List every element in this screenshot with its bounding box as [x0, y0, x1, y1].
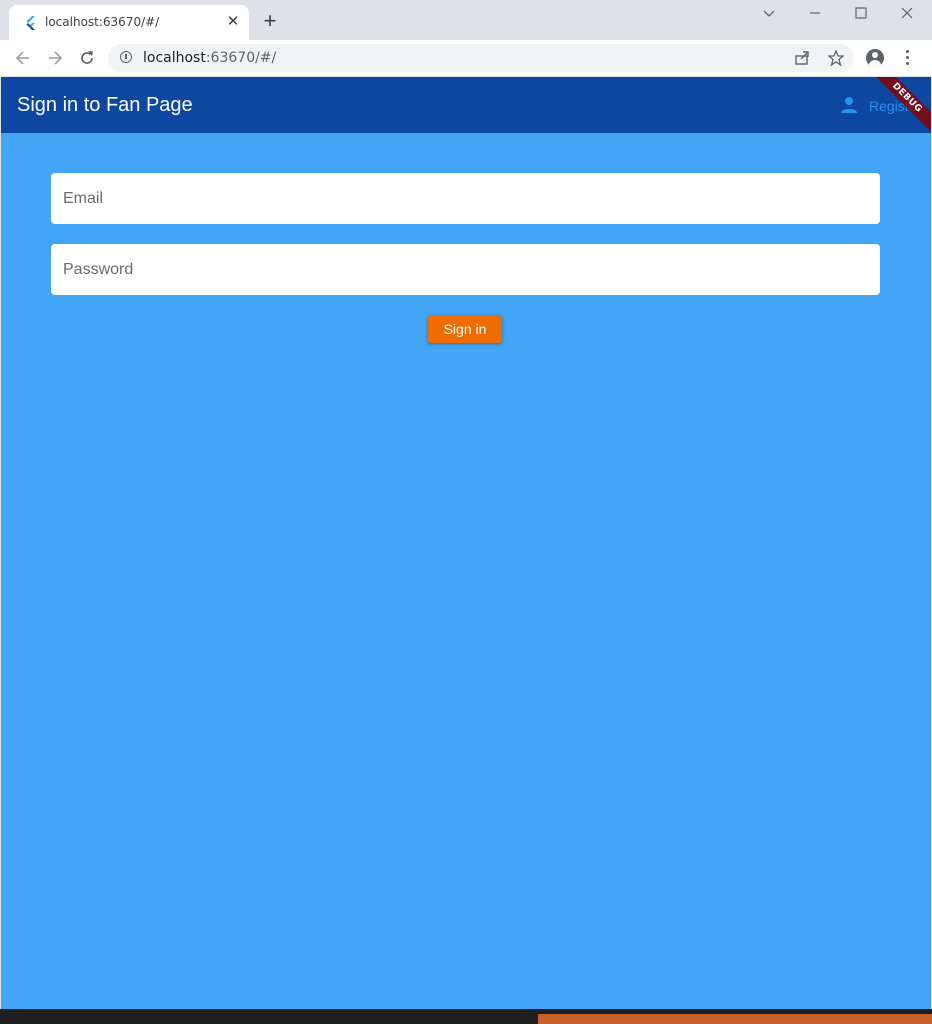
app-viewport: Sign in to Fan Page Register DEBUG Sign … [1, 77, 931, 1009]
reload-icon[interactable] [75, 46, 99, 70]
url-path: :63670/#/ [205, 50, 277, 66]
sign-in-button[interactable]: Sign in [428, 315, 502, 343]
password-field[interactable] [51, 244, 880, 295]
profile-icon[interactable] [866, 49, 884, 67]
close-icon[interactable]: ✕ [225, 14, 241, 30]
taskbar-status-strip [538, 1014, 932, 1024]
tab-strip: localhost:63670/#/ ✕ + [0, 0, 932, 40]
share-icon[interactable] [792, 48, 812, 68]
plus-icon[interactable]: + [259, 10, 281, 32]
info-icon[interactable] [120, 51, 132, 63]
back-arrow-icon[interactable] [11, 46, 35, 70]
app-bar: Sign in to Fan Page Register DEBUG [1, 77, 931, 139]
browser-window: localhost:63670/#/ ✕ + localhost:63670/#… [0, 0, 932, 1009]
person-icon [841, 97, 857, 113]
browser-tab[interactable]: localhost:63670/#/ ✕ [9, 5, 249, 40]
url-host: localhost [143, 50, 206, 66]
maximize-icon[interactable] [846, 2, 876, 24]
star-icon[interactable] [826, 48, 846, 68]
forward-arrow-icon[interactable] [43, 46, 67, 70]
address-bar[interactable]: localhost:63670/#/ [108, 44, 854, 72]
flutter-favicon [26, 16, 35, 30]
browser-toolbar: localhost:63670/#/ [0, 40, 932, 76]
minimize-icon[interactable] [800, 2, 830, 24]
email-field[interactable] [51, 173, 880, 224]
tab-title: localhost:63670/#/ [45, 15, 160, 29]
chevron-down-icon[interactable] [754, 2, 784, 24]
url-text[interactable]: localhost:63670/#/ [143, 50, 276, 66]
window-close-icon[interactable] [892, 2, 922, 24]
kebab-menu-icon[interactable] [905, 50, 911, 68]
page-title: Sign in to Fan Page [17, 94, 193, 116]
